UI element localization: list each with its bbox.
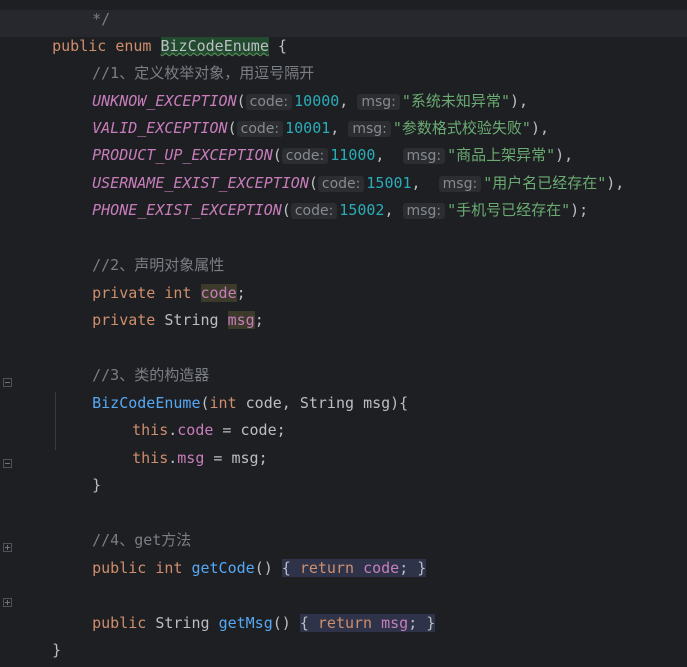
enum-constant-line[interactable]: USERNAME_EXIST_EXCEPTION(code: 15001, msg… <box>56 150 624 192</box>
constructor-signature-line[interactable]: BizCodeEnume(int code, String msg){ <box>56 370 408 412</box>
comment-line-3: //3、类的构造器 <box>92 366 210 384</box>
constructor-close-line: } <box>92 476 102 494</box>
code-value: 15002 <box>339 201 385 219</box>
fold-collapse-icon[interactable] <box>3 459 12 468</box>
indent-guide <box>55 392 56 450</box>
partial-comment-line: */ <box>92 10 111 28</box>
fold-collapse-icon[interactable] <box>3 378 12 387</box>
editor-gutter[interactable] <box>0 0 14 667</box>
fold-expand-icon[interactable] <box>3 598 12 607</box>
enum-constant-line[interactable]: PHONE_EXIST_EXCEPTION(code: 15002, msg: "手… <box>56 177 588 219</box>
field-declaration-msg[interactable]: private String msg; <box>56 287 264 329</box>
comment-line-4: //4、get方法 <box>92 531 192 549</box>
msg-value: "手机号已经存在" <box>447 201 571 219</box>
comment-line-2: //2、声明对象属性 <box>92 256 225 274</box>
field-declaration-code[interactable]: private int code; <box>56 260 246 302</box>
folded-region[interactable]: { return code; } <box>281 559 427 577</box>
method-getmsg[interactable]: getMsg <box>219 614 273 632</box>
param-hint-code: code: <box>290 203 338 219</box>
enum-close-line: } <box>52 641 62 659</box>
getter-getmsg-line[interactable]: public String getMsg() { return msg; } <box>56 590 436 632</box>
enum-constant-line[interactable]: UNKNOW_EXCEPTION(code: 10000, msg: "系统未知异常… <box>56 68 528 110</box>
enum-constant-name[interactable]: PHONE_EXIST_EXCEPTION <box>92 201 282 219</box>
constructor-body-line[interactable]: this.msg = msg; <box>96 425 267 467</box>
param-hint-msg: msg: <box>402 203 446 219</box>
method-getcode[interactable]: getCode <box>191 559 254 577</box>
enum-constant-line[interactable]: PRODUCT_UP_EXCEPTION(code: 11000, msg: "商品… <box>56 122 573 164</box>
code-editor[interactable]: */ public enum BizCodeEnume { //1、定义枚举对象… <box>0 0 687 667</box>
fold-expand-icon[interactable] <box>3 543 12 552</box>
getter-getcode-line[interactable]: public int getCode() { return code; } <box>56 535 427 577</box>
folded-region[interactable]: { return msg; } <box>299 614 436 632</box>
enum-constant-line[interactable]: VALID_EXCEPTION(code: 10001, msg: "参数格式校验失… <box>56 95 549 137</box>
field-msg[interactable]: msg <box>227 311 255 329</box>
enum-declaration-line[interactable]: public enum BizCodeEnume { <box>16 13 287 55</box>
constructor-body-line[interactable]: this.code = code; <box>96 397 286 439</box>
comment-line-1: //1、定义枚举对象，用逗号隔开 <box>92 64 315 82</box>
